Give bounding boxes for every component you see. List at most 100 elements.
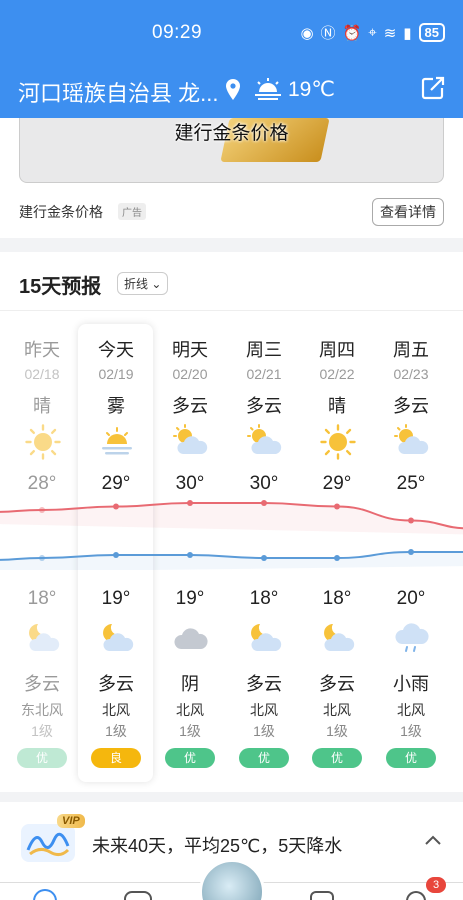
location-title[interactable]: 河口瑶族自治县 龙... — [18, 76, 218, 108]
date-label: 02/18 — [24, 366, 60, 382]
battery-indicator: 85 — [418, 23, 445, 42]
temperature-chart — [0, 500, 463, 570]
location-pin-icon — [226, 79, 240, 100]
aqi-badge: 优 — [165, 748, 215, 768]
ad-title: 建行金条价格 — [19, 204, 103, 220]
ad-image[interactable]: 建行金条价格 — [19, 118, 444, 183]
day-label: 明天 — [172, 340, 208, 360]
high-temp-point — [334, 503, 340, 510]
sun-icon — [320, 424, 356, 460]
day-weather: 多云 — [246, 396, 282, 416]
low-temp: 18° — [322, 588, 352, 609]
night-weather: 多云 — [246, 674, 282, 694]
view-details-button[interactable]: 查看详情 — [372, 198, 444, 226]
low-temp-point — [113, 552, 119, 558]
low-temp-point — [408, 549, 414, 555]
low-temp: 19° — [175, 588, 205, 609]
tab-third-icon[interactable] — [310, 891, 334, 900]
ad-banner-text: 建行金条价格 — [174, 123, 289, 144]
light-rain-icon — [393, 620, 431, 656]
chart-mode-label: 折线 — [124, 277, 149, 291]
day-label: 周五 — [393, 340, 429, 360]
wind-level: 1级 — [179, 723, 201, 739]
nfc-icon: Ⓝ — [320, 25, 336, 42]
low-temp-point — [187, 552, 193, 558]
partly-cloudy-day-icon — [394, 424, 430, 460]
tab-second-icon[interactable] — [124, 891, 152, 900]
day-label: 周四 — [319, 340, 355, 360]
wind-direction: 北风 — [176, 702, 204, 718]
partly-cloudy-night-icon — [98, 620, 136, 656]
hazy-sun-icon — [255, 78, 281, 100]
wind-direction: 北风 — [397, 702, 425, 718]
ad-tag: 广告 — [118, 203, 146, 220]
high-temp-point — [261, 500, 267, 506]
chevron-up-icon[interactable] — [424, 834, 442, 846]
day-label: 周三 — [246, 340, 282, 360]
app-header: 河口瑶族自治县 龙... 19℃ — [0, 64, 463, 118]
aqi-badge: 优 — [312, 748, 362, 768]
date-label: 02/23 — [393, 366, 429, 382]
low-temp: 18° — [249, 588, 279, 609]
date-label: 02/22 — [319, 366, 355, 382]
night-weather: 阴 — [181, 674, 199, 694]
partly-cloudy-day-icon — [173, 424, 209, 460]
status-time: 09:29 — [152, 22, 203, 43]
wind-level: 1级 — [400, 723, 422, 739]
low-temp: 20° — [396, 588, 426, 609]
day-weather: 晴 — [33, 396, 51, 416]
night-weather: 小雨 — [393, 674, 429, 694]
fog-icon — [99, 424, 135, 460]
partly-cloudy-night-icon — [246, 620, 284, 656]
eye-icon: ◉ — [300, 24, 314, 42]
day-label: 今天 — [98, 340, 134, 360]
low-temp-series-shade — [0, 552, 463, 570]
aqi-badge: 优 — [386, 748, 436, 768]
tab-weather-icon[interactable] — [33, 889, 57, 900]
aqi-badge: 优 — [17, 748, 67, 768]
wind-direction: 东北风 — [21, 702, 63, 718]
partly-cloudy-night-icon — [24, 620, 62, 656]
wind-level: 1级 — [31, 723, 53, 739]
wind-direction: 北风 — [250, 702, 278, 718]
night-weather: 多云 — [24, 674, 60, 694]
divider — [0, 310, 463, 311]
high-temp-point — [39, 507, 45, 513]
low-temp-point — [261, 555, 267, 561]
wind-direction: 北风 — [323, 702, 351, 718]
night-weather: 多云 — [319, 674, 355, 694]
overcast-icon — [172, 620, 210, 656]
partly-cloudy-night-icon — [319, 620, 357, 656]
low-temp: 19° — [101, 588, 131, 609]
share-icon[interactable] — [420, 75, 446, 101]
tab-profile-icon[interactable] — [406, 891, 426, 900]
bottom-tab-bar: 3 — [0, 859, 463, 900]
wind-level: 1级 — [326, 723, 348, 739]
day-weather: 雾 — [107, 396, 125, 416]
high-temp-point — [408, 517, 414, 524]
signal-icon: ▮ — [403, 24, 412, 42]
wind-level: 1级 — [105, 723, 127, 739]
sun-icon — [25, 424, 61, 460]
status-bar: 09:29 ◉ Ⓝ ⏰ ⌖ ≋ ▮ 85 — [0, 0, 463, 64]
wind-level: 1级 — [253, 723, 275, 739]
chevron-down-icon: ⌄ — [151, 277, 162, 291]
location-icon: ⌖ — [368, 24, 377, 41]
notification-badge: 3 — [426, 877, 446, 893]
current-temperature: 19℃ — [288, 78, 335, 101]
ad-card: 建行金条价格 建行金条价格 广告 查看详情 — [0, 118, 463, 238]
chart-mode-dropdown[interactable]: 折线 ⌄ — [117, 272, 169, 295]
high-temp-point — [113, 503, 119, 510]
low-temp-point — [39, 555, 45, 561]
aqi-badge: 良 — [91, 748, 141, 768]
vip-badge: VIP — [57, 814, 85, 828]
date-label: 02/20 — [172, 366, 208, 382]
date-label: 02/19 — [98, 366, 134, 382]
aqi-badge: 优 — [239, 748, 289, 768]
summary-message: 未来40天，平均25℃，5天降水 — [92, 836, 343, 856]
low-temp: 18° — [27, 588, 57, 609]
night-weather: 多云 — [98, 674, 134, 694]
day-weather: 晴 — [328, 396, 346, 416]
date-label: 02/21 — [246, 366, 282, 382]
day-weather: 多云 — [172, 396, 208, 416]
